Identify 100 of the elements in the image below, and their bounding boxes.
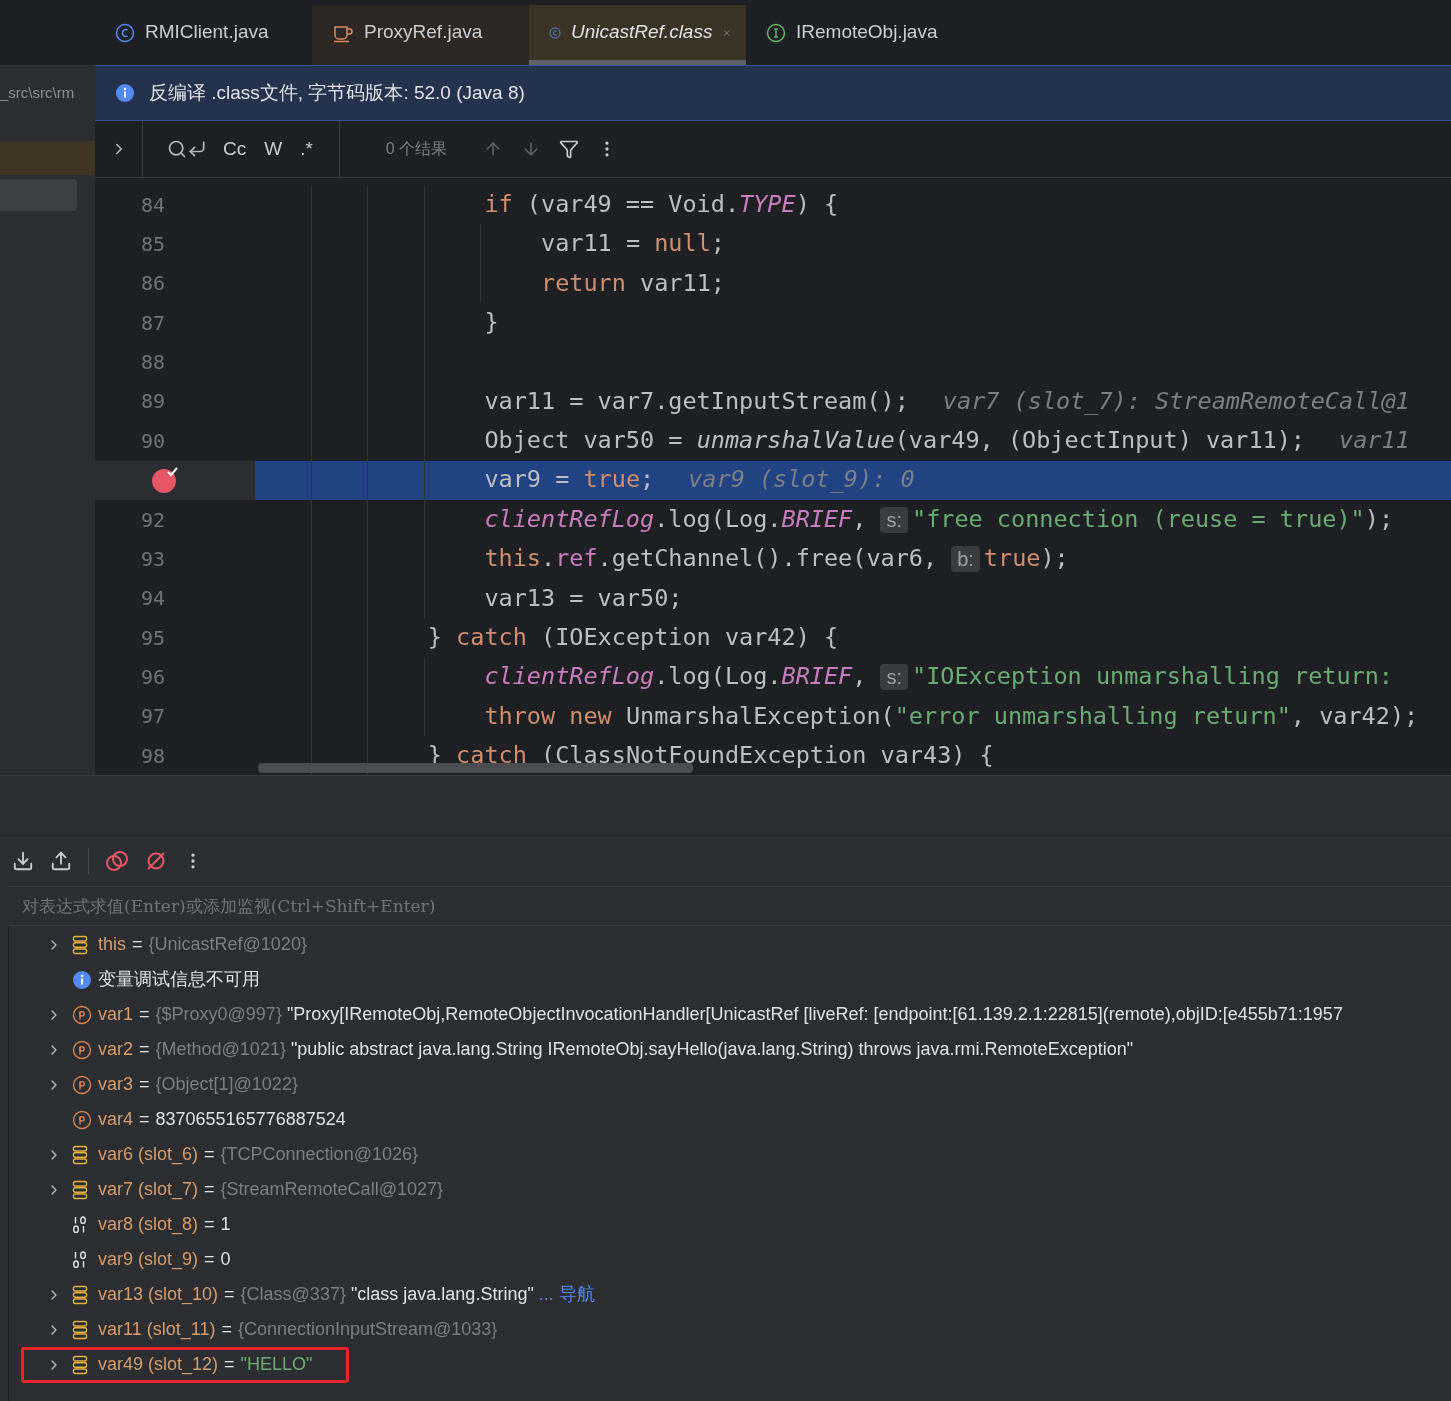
editor-tab[interactable]: ProxyRef.java [312,5,529,65]
upload-icon[interactable] [50,850,72,872]
variable-row[interactable]: var7 (slot_7) = {StreamRemoteCall@1027} [21,1171,485,1208]
banner-text: 反编译 .class文件, 字节码版本: 52.0 (Java 8) [149,80,525,105]
editor-tab[interactable]: UnicastRef.class [529,5,746,65]
class-icon [115,22,135,43]
variable-value: 8370655165776887524 [155,1108,346,1131]
stack-icon [72,1144,88,1165]
find-option-button[interactable]: W [262,134,285,164]
variable-row[interactable]: var4 = 8370655165776887524 [21,1101,383,1138]
variable-name: this [98,933,126,956]
stack-icon [72,1319,88,1340]
find-option-button[interactable]: Cc [221,134,249,164]
wrap-icon[interactable] [187,139,207,159]
info-icon [115,83,135,103]
equals-sign: = [204,1143,215,1166]
code-line: clientRefLog.log(Log.BRIEF, s: "free connection (reuse = true)"); [484,506,1394,533]
line-number: 95 [140,624,165,652]
code-line: var9 = true; var9 (slot_9): 0 [484,468,915,492]
equals-sign: = [204,1213,215,1236]
variable-row[interactable]: var9 (slot_9) = 0 [21,1241,268,1278]
variable-name: var1 [98,1003,133,1026]
equals-sign: = [204,1248,215,1271]
tab-label: IRemoteObj.java [796,20,938,45]
equals-sign: = [204,1178,215,1201]
parameter-icon [72,1109,92,1130]
stack-icon [72,1179,88,1200]
search-icon[interactable] [167,139,187,159]
equals-sign: = [139,1108,150,1131]
download-icon[interactable] [12,850,34,872]
variable-row[interactable]: var1 = {$Proxy0@997} "Proxy[IRemoteObj,RemoteObjectInvocationHandler[UnicastRef [liveRef: [endpoint:[61.139.2.1:22815](remote),objID:[e455b71:1957 [21,996,1380,1033]
variable-type: {Class@337} [240,1283,346,1306]
variable-name: var2 [98,1038,133,1061]
filter-icon[interactable] [559,139,580,159]
variable-value: "public abstract java.lang.String IRemoteObj.sayHello(java.lang.String) throws java.rmi.RemoteException" [290,1038,1134,1061]
variable-type: {Object[1]@1022} [155,1073,298,1096]
line-number: 97 [140,703,165,731]
parameter-icon [72,1004,92,1025]
variable-name: var4 [98,1108,133,1131]
stack-icon [72,1354,88,1375]
info-icon [72,969,92,990]
variable-name: var7 (slot_7) [98,1178,199,1202]
breakpoints-icon[interactable] [105,850,129,872]
variable-row[interactable]: var6 (slot_6) = {TCPConnection@1026} [21,1136,460,1173]
equals-sign: = [139,1073,150,1096]
variable-name: var8 (slot_8) [98,1213,199,1237]
variable-row[interactable]: var2 = {Method@1021} "public abstract java.lang.String IRemoteObj.sayHello(java.lang.String) throws java.rmi.RemoteException" [21,1031,1171,1068]
code-line: var13 = var50; [484,586,683,610]
binary-icon [72,1250,88,1269]
results-count: 0 个结果 [385,139,448,159]
evaluate-field[interactable]: 对表达式求值(Enter)或添加监视(Ctrl+Shift+Enter) [8,886,1451,926]
code-line: var11 = var7.getInputStream(); var7 (slot_7): StreamRemoteCall@1 [484,389,1410,414]
variable-type: {TCPConnection@1026} [220,1143,418,1166]
code-line: clientRefLog.log(Log.BRIEF, s: "IOException unmarshalling return: [484,664,1394,690]
code-line: if (var49 == Void.TYPE) { [484,192,839,217]
interface-icon [766,22,786,43]
variable-type: {Method@1021} [155,1038,286,1061]
variable-row[interactable]: var49 (slot_12) = "HELLO" [21,1346,350,1383]
variable-name: 变量调试信息不可用 [98,968,260,991]
variable-row[interactable]: var3 = {Object[1]@1022} [21,1066,340,1103]
stack-icon [72,934,88,955]
variable-row[interactable]: var13 (slot_10) = {Class@337} "class java.lang.String" ... 导航 [21,1276,632,1313]
tab-label: ProxyRef.java [364,20,483,45]
mute-breakpoints-icon[interactable] [145,850,167,872]
line-number: 87 [140,309,165,337]
variable-value: "Proxy[IRemoteObj,RemoteObjectInvocationHandler[UnicastRef [liveRef: [endpoint:[61.139.2.1:22815](remote),objID:[e455b71:1957 [286,1003,1343,1026]
variable-value: "HELLO" [240,1353,313,1376]
find-option-button[interactable]: .* [298,134,315,164]
stack-icon [72,1284,88,1305]
variable-name: var13 (slot_10) [98,1283,219,1307]
code-line: var11 = null; [541,232,725,256]
line-number: 90 [140,427,165,455]
code-line: this.ref.getChannel().free(var6, b: true); [484,545,1069,572]
equals-sign: = [224,1283,235,1306]
variable-row[interactable]: var8 (slot_8) = 1 [21,1206,268,1243]
variable-row[interactable]: this = {UnicastRef@1020} [21,926,349,963]
variable-row[interactable]: var11 (slot_11) = {ConnectionInputStream@1033} [21,1311,540,1348]
variable-row[interactable]: 变量调试信息不可用 [21,961,297,998]
line-number: 96 [140,664,165,691]
line-number: 98 [140,742,165,770]
code-line: Object var50 = unmarshalValue(var49, (ObjectInput) var11); var11 [484,429,1410,453]
path-label: _src\src\rm [0,82,75,103]
variable-name: var49 (slot_12) [98,1353,219,1377]
equals-sign: = [139,1038,150,1061]
breakpoint-icon[interactable] [151,466,179,495]
variable-type: {UnicastRef@1020} [148,933,307,956]
code-line: } [484,311,499,335]
navigate-link[interactable]: ... 导航 [538,1281,595,1308]
parameter-icon [72,1039,92,1060]
variable-type: {$Proxy0@997} [155,1003,282,1026]
variable-name: var11 (slot_11) [98,1318,216,1342]
variable-name: var9 (slot_9) [98,1248,199,1272]
tab-label: UnicastRef.class [570,20,713,45]
binary-icon [72,1215,88,1234]
equals-sign: = [139,1003,150,1026]
line-number: 93 [140,545,165,573]
line-number: 88 [140,349,165,377]
code-line: return var11; [541,271,725,296]
tab-label: RMIClient.java [145,20,269,45]
equals-sign: = [132,933,143,956]
